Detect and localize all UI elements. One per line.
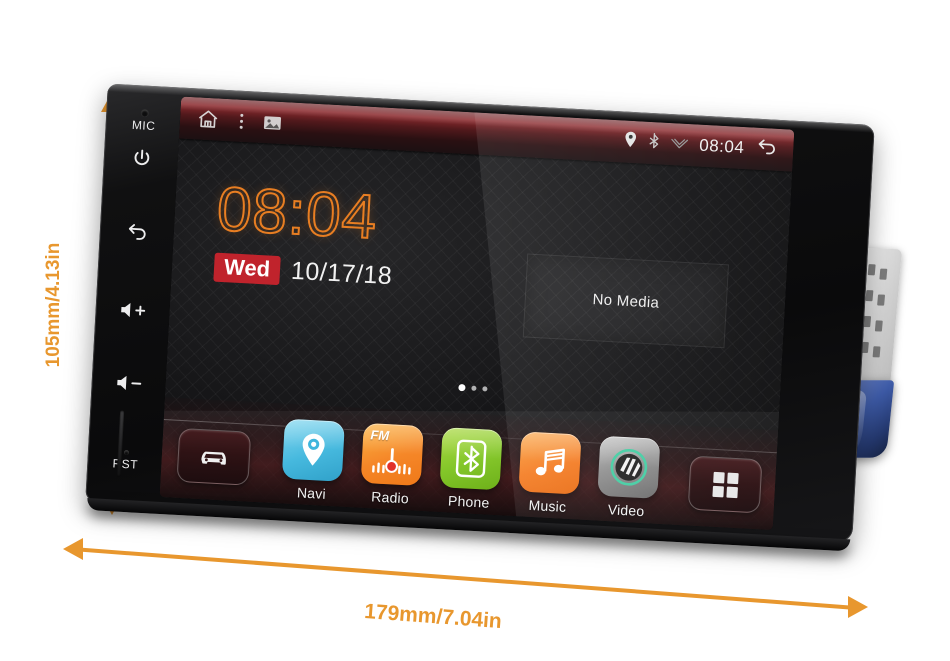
volume-down-key[interactable] xyxy=(99,372,160,395)
device-chassis: MIC RST 08:04 08:04 Wed 10/17/18 No Medi… xyxy=(85,83,875,543)
page-dot[interactable] xyxy=(471,385,477,391)
all-apps-button[interactable] xyxy=(687,455,763,514)
clock-widget[interactable]: 08:04 Wed 10/17/18 xyxy=(213,174,397,292)
home-icon[interactable] xyxy=(196,107,221,130)
app-icon-music[interactable] xyxy=(518,431,582,495)
page-dot-active[interactable] xyxy=(458,383,466,392)
power-icon xyxy=(134,149,150,166)
media-widget-text: No Media xyxy=(592,290,660,312)
back-key[interactable] xyxy=(107,219,168,244)
status-back-icon[interactable] xyxy=(755,136,780,162)
wallpaper-glyph xyxy=(263,115,282,130)
clock-time: 08:04 xyxy=(214,174,380,254)
wifi-icon xyxy=(670,135,689,155)
volume-up-icon xyxy=(121,303,146,318)
status-bar-time: 08:04 xyxy=(698,135,745,158)
mic-key-label: MIC xyxy=(131,117,156,134)
app-icon-navi[interactable] xyxy=(282,418,346,482)
app-icon-radio[interactable]: FM xyxy=(360,422,424,487)
video-disc-icon xyxy=(610,448,647,486)
head-unit-device: MIC RST 08:04 08:04 Wed 10/17/18 No Medi… xyxy=(0,0,950,661)
car-button[interactable] xyxy=(176,427,252,486)
product-photo-stage: 105mm/4.13in 179mm/7.04in MIC RST 08:04 … xyxy=(0,0,950,661)
reset-key[interactable]: RST xyxy=(95,448,156,472)
power-key[interactable] xyxy=(111,146,172,171)
app-label-navi: Navi xyxy=(296,484,327,502)
app-icon-video[interactable] xyxy=(596,435,661,499)
fm-radio-icon xyxy=(372,448,411,475)
bluetooth-icon xyxy=(455,439,487,478)
lcd-screen[interactable]: 08:04 08:04 Wed 10/17/18 No Media Navi F… xyxy=(159,96,795,531)
app-label-music: Music xyxy=(528,496,567,515)
app-icon-phone[interactable] xyxy=(439,427,503,491)
volume-down-icon xyxy=(117,375,142,391)
overflow-menu-icon[interactable] xyxy=(239,113,244,129)
volume-up-key[interactable] xyxy=(103,299,164,322)
wallpaper-icon[interactable] xyxy=(263,113,283,131)
status-bar: 08:04 xyxy=(622,121,780,171)
app-label-radio: Radio xyxy=(370,488,410,507)
map-pin-icon xyxy=(303,433,326,466)
app-label-phone: Phone xyxy=(447,492,490,511)
app-shortcut-row: Navi FM Radio Phone Music Video xyxy=(272,418,670,520)
app-radio[interactable]: FM Radio xyxy=(350,422,433,507)
mic-key: MIC xyxy=(113,108,174,134)
app-phone[interactable]: Phone xyxy=(429,427,512,512)
app-label-video: Video xyxy=(607,501,645,520)
apps-grid-icon xyxy=(711,471,739,498)
reset-pinhole-icon xyxy=(123,449,129,456)
fm-badge-label: FM xyxy=(370,427,390,444)
app-music[interactable]: Music xyxy=(508,431,591,516)
car-icon xyxy=(201,451,226,465)
clock-date: 10/17/18 xyxy=(290,256,393,291)
app-navi[interactable]: Navi xyxy=(272,418,355,503)
back-arrow-icon xyxy=(128,224,146,240)
day-badge: Wed xyxy=(213,252,281,286)
music-note-icon xyxy=(535,448,565,476)
bluetooth-icon xyxy=(648,132,660,155)
microphone-hole-icon xyxy=(140,109,149,117)
page-dot[interactable] xyxy=(482,386,488,392)
app-video[interactable]: Video xyxy=(586,435,669,520)
page-indicator xyxy=(458,383,488,393)
location-pin-icon xyxy=(623,131,638,154)
media-widget[interactable]: No Media xyxy=(522,253,729,349)
